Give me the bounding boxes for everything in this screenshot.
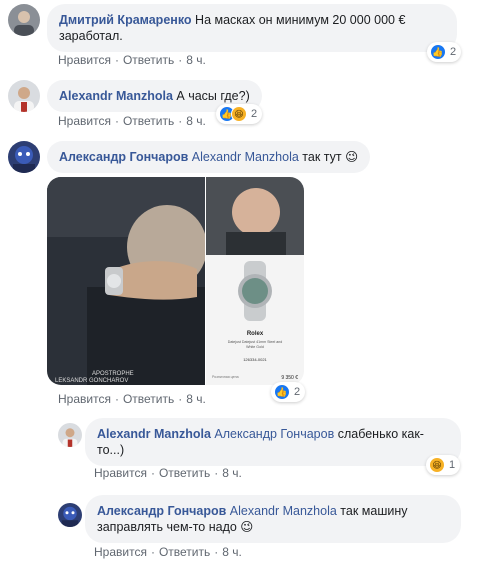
comment-bubble: Александр Гончаров Alexandr Manzhola так… — [85, 495, 461, 543]
like-reaction-icon: 👍 — [274, 384, 290, 400]
reaction-count: 2 — [450, 46, 457, 58]
reply-link[interactable]: Ответить — [159, 466, 210, 480]
like-link[interactable]: Нравится — [58, 114, 111, 128]
comment-text: А часы где?) — [176, 89, 250, 103]
photo-ref: 126334-0021 — [243, 357, 267, 362]
attached-photo-rolex[interactable]: Rolex Datejust Datejust 41mm Steel and W… — [206, 177, 304, 385]
photo-price: 9 350 € — [281, 375, 298, 381]
comment-author[interactable]: Alexandr Manzhola — [97, 427, 211, 441]
comment-time[interactable]: 8 ч. — [186, 392, 206, 406]
reaction-summary[interactable]: 👍 😆 2 — [216, 104, 263, 124]
attached-photo-hand-watch[interactable]: APOSTROPHE LEKSANDR GONCHAROV — [47, 177, 205, 385]
reaction-count: 2 — [251, 108, 258, 120]
comment-actions: Нравится · Ответить · 8 ч. — [58, 53, 206, 67]
avatar[interactable] — [8, 4, 40, 36]
photo-price-label: Розничная цена — [212, 375, 239, 379]
comment-time[interactable]: 8 ч. — [186, 114, 206, 128]
photo-caption: White Gold — [246, 345, 264, 349]
like-link[interactable]: Нравится — [58, 392, 111, 406]
comment-author[interactable]: Александр Гончаров — [59, 150, 188, 164]
reply-link[interactable]: Ответить — [123, 53, 174, 67]
like-link[interactable]: Нравится — [58, 53, 111, 67]
comment-text: так тут 😉 — [302, 150, 359, 164]
reaction-count: 2 — [294, 386, 301, 398]
photo-watermark: LEKSANDR GONCHAROV — [55, 378, 128, 384]
comment-author[interactable]: Дмитрий Крамаренко — [59, 13, 192, 27]
haha-reaction-icon: 😆 — [429, 457, 445, 473]
like-link[interactable]: Нравится — [94, 545, 147, 559]
reaction-summary[interactable]: 👍 2 — [427, 42, 462, 62]
comment-bubble: Александр Гончаров Alexandr Manzhola так… — [47, 141, 371, 173]
haha-reaction-icon: 😆 — [231, 106, 247, 122]
avatar[interactable] — [58, 423, 82, 447]
reaction-summary[interactable]: 😆 1 — [426, 455, 461, 475]
reaction-count: 1 — [449, 459, 456, 471]
comment-actions: Нравится · Ответить · 8 ч. — [94, 545, 242, 559]
comment-time[interactable]: 8 ч. — [222, 545, 242, 559]
mention-link[interactable]: Alexandr Manzhola — [230, 504, 337, 518]
comment-actions: Нравится · Ответить · 8 ч. — [94, 466, 242, 480]
like-reaction-icon: 👍 — [430, 44, 446, 60]
comment-time[interactable]: 8 ч. — [186, 53, 206, 67]
comment-author[interactable]: Alexandr Manzhola — [59, 89, 173, 103]
reply-link[interactable]: Ответить — [159, 545, 210, 559]
reply-link[interactable]: Ответить — [123, 392, 174, 406]
photo-watermark: APOSTROPHE — [92, 371, 134, 377]
comment-author[interactable]: Александр Гончаров — [97, 504, 226, 518]
avatar[interactable] — [8, 141, 40, 173]
mention-link[interactable]: Александр Гончаров — [214, 427, 334, 441]
avatar[interactable] — [58, 503, 82, 527]
photo-caption: Datejust Datejust 41mm Steel and — [228, 340, 283, 344]
comment-bubble: Alexandr Manzhola Александр Гончаров сла… — [85, 418, 461, 466]
reply-link[interactable]: Ответить — [123, 114, 174, 128]
comment-actions: Нравится · Ответить · 8 ч. — [58, 114, 206, 128]
mention-link[interactable]: Alexandr Manzhola — [192, 150, 299, 164]
comment-bubble: Дмитрий Крамаренко На масках он минимум … — [47, 4, 457, 52]
comment-actions: Нравится · Ответить · 8 ч. — [58, 392, 206, 406]
comment-time[interactable]: 8 ч. — [222, 466, 242, 480]
photo-brand: Rolex — [247, 331, 264, 337]
like-link[interactable]: Нравится — [94, 466, 147, 480]
avatar[interactable] — [8, 80, 40, 112]
reaction-summary[interactable]: 👍 2 — [271, 382, 306, 402]
